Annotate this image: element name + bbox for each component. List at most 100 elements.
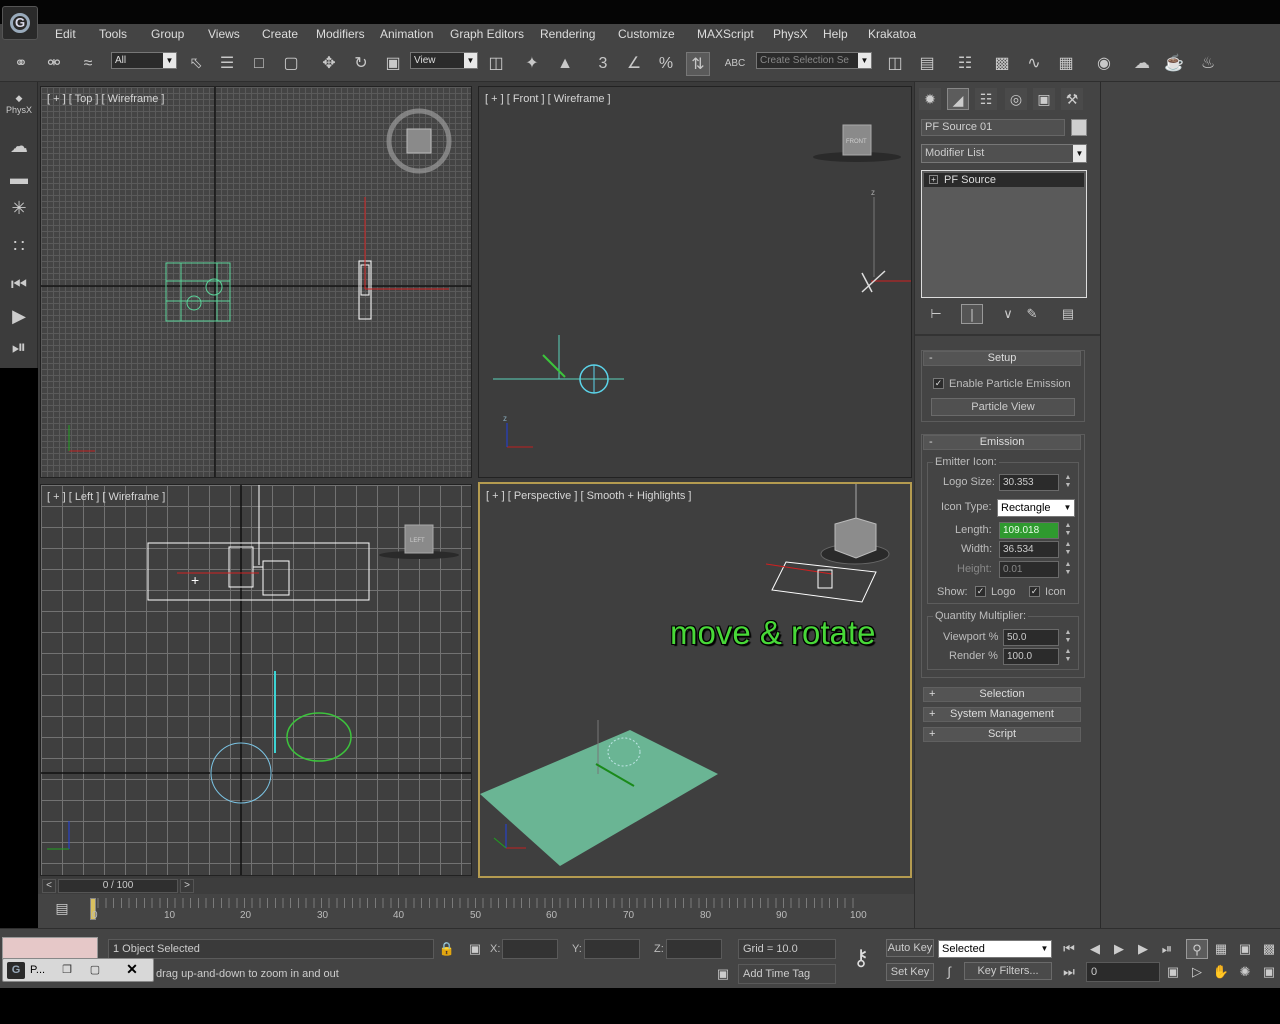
stack-item[interactable]: + PF Source [924, 173, 1084, 187]
logo-size-spinner[interactable]: 30.353 [999, 474, 1059, 491]
modify-tab-icon[interactable]: ◢ [947, 88, 969, 110]
spinner-arrows-icon[interactable]: ▲ ▼ [1063, 629, 1073, 646]
height-spinner[interactable]: 0.01 [999, 561, 1059, 578]
menu-help[interactable]: Help [823, 27, 848, 41]
motion-tab-icon[interactable]: ◎ [1005, 88, 1027, 110]
named-selection-set-dropdown[interactable]: Create Selection Se ▼ [756, 52, 872, 69]
material-editor-icon[interactable]: ◉ [1092, 52, 1116, 76]
icon-type-dropdown[interactable]: Rectangle ▼ [997, 499, 1075, 517]
select-by-name-icon[interactable]: ☰ [215, 52, 239, 76]
graphite-modeling-icon[interactable]: ▩ [990, 52, 1014, 76]
menu-customize[interactable]: Customize [618, 27, 675, 41]
viewport-percent-spinner[interactable]: 50.0 [1003, 629, 1059, 646]
constraint-icon[interactable]: ✳ [6, 196, 32, 220]
menu-group[interactable]: Group [151, 27, 184, 41]
schematic-view-icon[interactable]: ▦ [1054, 52, 1078, 76]
select-and-rotate-icon[interactable]: ↻ [349, 52, 373, 76]
cloth-icon[interactable]: ▬ [6, 166, 32, 190]
manipulate-icon[interactable]: ✦ [520, 52, 544, 76]
menu-animation[interactable]: Animation [380, 27, 433, 41]
keyboard-shortcut-override-icon[interactable]: ▲ [553, 52, 577, 76]
default-in-out-tangent-icon[interactable]: ∫ [938, 962, 960, 982]
viewport-left[interactable]: [ + ] [ Left ] [ Wireframe ] LEFT + [40, 484, 472, 876]
select-and-scale-icon[interactable]: ▣ [381, 52, 405, 76]
select-object-icon[interactable]: ⬁ [184, 52, 208, 76]
viewport-front[interactable]: [ + ] [ Front ] [ Wireframe ] FRONT z z [478, 86, 912, 478]
next-frame-icon[interactable]: ▶ [1132, 939, 1154, 959]
auto-key-button[interactable]: Auto Key [886, 939, 934, 957]
key-mode-toggle-icon[interactable]: ⏭ [1058, 962, 1080, 982]
selection-rollout-header[interactable]: + Selection [923, 687, 1081, 702]
percent-snap-icon[interactable]: % [654, 52, 678, 76]
show-end-result-icon[interactable]: ∣ [961, 304, 983, 324]
set-key-button[interactable]: Set Key [886, 963, 934, 981]
menu-tools[interactable]: Tools [99, 27, 127, 41]
length-spinner[interactable]: 109.018 [999, 522, 1059, 539]
object-name-field[interactable]: PF Source 01 [921, 119, 1065, 136]
time-prev-button[interactable]: < [42, 879, 56, 893]
rendered-frame-window-icon[interactable]: ☕ [1162, 52, 1186, 76]
modifier-stack[interactable]: + PF Source [921, 170, 1087, 298]
show-icon-checkbox[interactable]: ✓ [1029, 586, 1040, 597]
time-tag-icon[interactable]: ▣ [712, 964, 734, 984]
y-coordinate-field[interactable] [584, 939, 640, 959]
zoom-extents-all-icon[interactable]: ▩ [1258, 939, 1280, 959]
window-crossing-icon[interactable]: ▢ [279, 52, 303, 76]
time-configuration-icon[interactable]: ▣ [1162, 962, 1184, 982]
menu-maxscript[interactable]: MAXScript [697, 27, 754, 41]
make-unique-icon[interactable]: ∨ [997, 304, 1019, 324]
z-coordinate-field[interactable] [666, 939, 722, 959]
spinner-arrows-icon[interactable]: ▲ ▼ [1063, 541, 1073, 558]
reference-coordinate-dropdown[interactable]: View ▼ [410, 52, 478, 69]
maxscript-listener-mini[interactable] [2, 937, 98, 959]
angle-snap-icon[interactable]: ∠ [622, 52, 646, 76]
create-tab-icon[interactable]: ✹ [919, 88, 941, 110]
curve-editor-icon[interactable]: ∿ [1022, 52, 1046, 76]
lock-selection-icon[interactable]: 🔒 [436, 939, 458, 959]
align-icon[interactable]: ▤ [915, 52, 939, 76]
add-time-tag[interactable]: Add Time Tag [738, 964, 836, 984]
render-production-icon[interactable]: ♨ [1196, 52, 1220, 76]
particle-view-button[interactable]: Particle View [931, 398, 1075, 416]
viewcube[interactable] [834, 517, 877, 559]
absolute-mode-icon[interactable]: ▣ [464, 939, 486, 959]
previous-frame-icon[interactable]: ◀ [1084, 939, 1106, 959]
mini-curve-editor-icon[interactable]: ▤ [52, 900, 72, 918]
menu-modifiers[interactable]: Modifiers [316, 27, 365, 41]
physx-icon[interactable]: ◆ PhysX [6, 92, 32, 116]
explorer-icon[interactable]: ∷ [6, 234, 32, 258]
viewport-label[interactable]: [ + ] [ Left ] [ Wireframe ] [47, 491, 165, 503]
script-rollout-header[interactable]: + Script [923, 727, 1081, 742]
enable-emission-checkbox[interactable]: ✓ [933, 378, 944, 389]
x-coordinate-field[interactable] [502, 939, 558, 959]
object-color-swatch[interactable] [1071, 119, 1087, 136]
configure-modifier-sets-icon[interactable]: ▤ [1057, 304, 1079, 324]
rigid-body-icon[interactable]: ☁ [6, 134, 32, 158]
spinner-arrows-icon[interactable]: ▲ ▼ [1063, 561, 1073, 578]
viewcube[interactable] [406, 128, 432, 154]
rectangular-selection-icon[interactable]: □ [247, 52, 271, 76]
show-logo-checkbox[interactable]: ✓ [975, 586, 986, 597]
spinner-snap-icon[interactable]: ⇅ [686, 52, 710, 76]
close-icon[interactable]: ✕ [117, 961, 147, 979]
menu-views[interactable]: Views [208, 27, 240, 41]
remove-modifier-icon[interactable]: ✎ [1021, 304, 1043, 324]
pan-view-icon[interactable]: ✋ [1210, 962, 1232, 982]
maximize-icon[interactable]: ▢ [87, 963, 103, 977]
spinner-arrows-icon[interactable]: ▲ ▼ [1063, 474, 1073, 491]
setup-rollout-header[interactable]: - Setup [923, 351, 1081, 366]
set-keys-key-icon[interactable]: ⚷ [840, 945, 882, 975]
field-of-view-icon[interactable]: ▷ [1186, 962, 1208, 982]
modifier-list-dropdown[interactable]: Modifier List ▼ [921, 144, 1087, 163]
go-to-end-icon[interactable]: ⏯ [1156, 939, 1178, 959]
key-filters-button[interactable]: Key Filters... [964, 962, 1052, 980]
layer-manager-icon[interactable]: ☷ [953, 52, 977, 76]
menu-create[interactable]: Create [262, 27, 298, 41]
system-management-rollout-header[interactable]: + System Management [923, 707, 1081, 722]
time-slider-thumb[interactable]: 0 / 100 [58, 879, 178, 893]
expand-icon[interactable]: + [929, 175, 938, 184]
viewport-label[interactable]: [ + ] [ Front ] [ Wireframe ] [485, 93, 611, 105]
select-and-move-icon[interactable]: ✥ [317, 52, 341, 76]
time-slider[interactable]: < 0 / 100 > [38, 878, 914, 894]
minimized-window[interactable]: G P... ❐ ▢ ✕ [2, 958, 154, 982]
